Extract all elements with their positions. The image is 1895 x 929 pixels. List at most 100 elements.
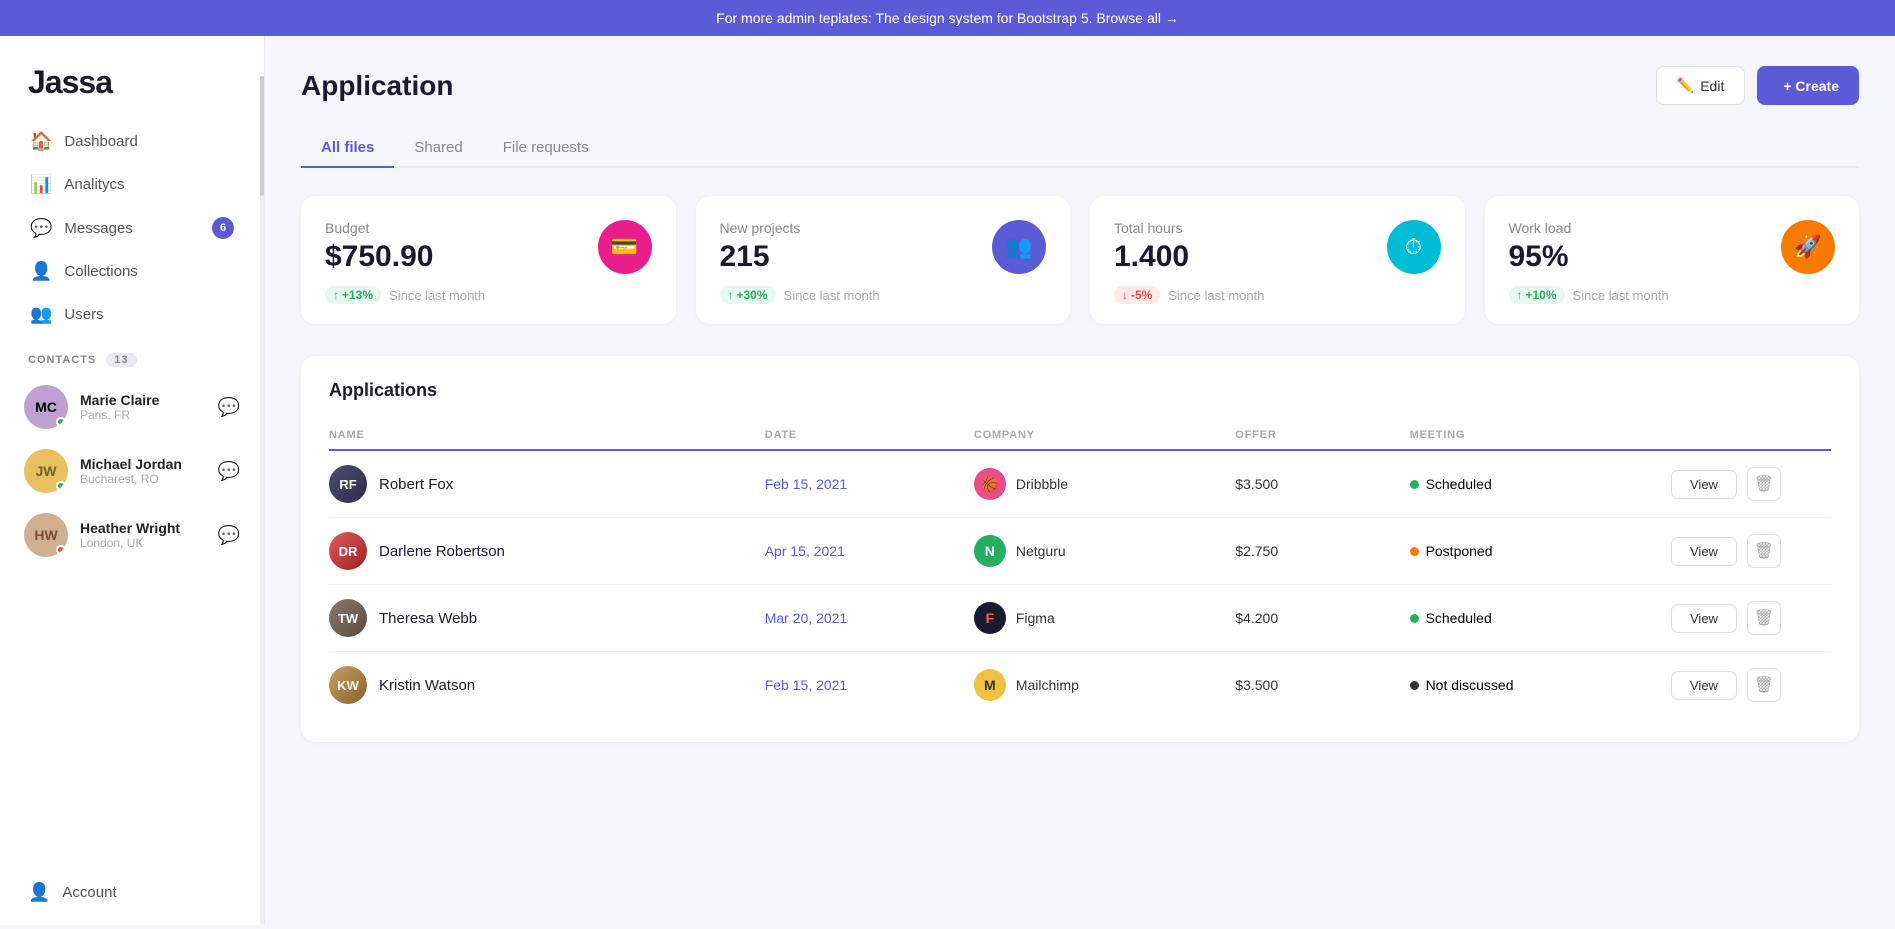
applications-section: Applications NAME DATE COMPANY OFFER MEE… (301, 356, 1859, 742)
contacts-header: CONTACTS 13 (0, 335, 264, 375)
contact-name: Michael Jordan (80, 456, 206, 472)
home-icon: 🏠 (30, 131, 52, 152)
top-banner: For more admin teplates: The design syst… (0, 0, 1895, 36)
sidebar-item-dashboard[interactable]: 🏠 Dashboard (16, 121, 248, 162)
view-button[interactable]: View (1671, 671, 1737, 700)
row-offer: $2.750 (1235, 543, 1409, 559)
sidebar-item-label: Messages (64, 220, 132, 237)
table-row: KW Kristin Watson Feb 15, 2021 M Mailchi… (329, 652, 1831, 718)
message-icon[interactable]: 💬 (218, 461, 240, 482)
delete-button[interactable]: 🗑 (1747, 534, 1781, 568)
row-avatar: DR (329, 532, 367, 570)
view-button[interactable]: View (1671, 537, 1737, 566)
stat-change: ↑ +13% (325, 286, 381, 304)
status-dot (56, 481, 66, 491)
meeting-status-dot (1410, 480, 1419, 489)
col-meeting: MEETING (1410, 429, 1671, 441)
stat-value: 215 (720, 240, 801, 274)
trash-icon: 🗑 (1754, 541, 1774, 561)
row-name-field: KW Kristin Watson (329, 666, 765, 704)
stat-icon-work-load: 🚀 (1781, 220, 1835, 274)
view-button[interactable]: View (1671, 470, 1737, 499)
avatar: HW (24, 513, 68, 557)
chat-icon: 💬 (30, 218, 52, 239)
row-date: Feb 15, 2021 (765, 677, 974, 693)
sidebar-item-account[interactable]: 👤 Account (28, 872, 236, 913)
stat-since: Since last month (1573, 288, 1669, 303)
sidebar-item-messages[interactable]: 💬 Messages 6 (16, 207, 248, 249)
scrollbar-thumb[interactable] (260, 76, 264, 196)
meeting-status-dot (1410, 614, 1419, 623)
delete-button[interactable]: 🗑 (1747, 601, 1781, 635)
avatar: MC (24, 385, 68, 429)
stat-value: $750.90 (325, 240, 433, 274)
stat-since: Since last month (784, 288, 880, 303)
create-button[interactable]: + Create (1757, 66, 1859, 105)
stat-card-work-load: Work load 95% 🚀 ↑ +10% Since last month (1485, 196, 1860, 324)
arrow-up-icon: ↑ (1517, 288, 1523, 302)
edit-button[interactable]: ✏️ Edit (1656, 66, 1746, 105)
contact-location: Bucharest, RO (80, 472, 206, 486)
sidebar-item-label: Collections (64, 263, 137, 280)
row-company: 🏀 Dribbble (974, 468, 1235, 500)
delete-button[interactable]: 🗑 (1747, 467, 1781, 501)
view-button[interactable]: View (1671, 604, 1737, 633)
tab-shared[interactable]: Shared (394, 129, 482, 168)
row-company: M Mailchimp (974, 669, 1235, 701)
row-avatar: KW (329, 666, 367, 704)
trash-icon: 🗑 (1754, 474, 1774, 494)
contact-name: Heather Wright (80, 520, 206, 536)
row-actions: View 🗑 (1671, 668, 1831, 702)
company-logo: F (974, 602, 1006, 634)
messages-badge: 6 (212, 217, 234, 239)
sidebar-item-users[interactable]: 👥 Users (16, 294, 248, 335)
contacts-label: CONTACTS (28, 354, 96, 366)
stat-value: 95% (1509, 240, 1572, 274)
row-avatar: TW (329, 599, 367, 637)
stat-icon-budget: 💳 (598, 220, 652, 274)
col-company: COMPANY (974, 429, 1235, 441)
delete-button[interactable]: 🗑 (1747, 668, 1781, 702)
stat-cards: Budget $750.90 💳 ↑ +13% Since last month (301, 196, 1859, 324)
stat-value: 1.400 (1114, 240, 1189, 274)
sidebar-item-label: Users (64, 306, 103, 323)
stat-card-budget: Budget $750.90 💳 ↑ +13% Since last month (301, 196, 676, 324)
stat-since: Since last month (1168, 288, 1264, 303)
sidebar: Jassa 🏠 Dashboard 📊 Analitycs 💬 Messages… (0, 36, 265, 925)
account-icon: 👤 (28, 882, 50, 903)
sidebar-item-label: Dashboard (64, 133, 137, 150)
row-meeting: Not discussed (1410, 677, 1671, 693)
stat-icon-new-projects: 👥 (992, 220, 1046, 274)
stat-since: Since last month (389, 288, 485, 303)
row-name-field: RF Robert Fox (329, 465, 765, 503)
tab-all-files[interactable]: All files (301, 129, 394, 168)
tab-file-requests[interactable]: File requests (483, 129, 609, 168)
row-offer: $3.500 (1235, 677, 1409, 693)
row-name-field: TW Theresa Webb (329, 599, 765, 637)
row-meeting: Scheduled (1410, 610, 1671, 626)
contact-location: London, UK (80, 536, 206, 550)
page-title: Application (301, 70, 453, 102)
status-dot (56, 417, 66, 427)
message-icon[interactable]: 💬 (218, 397, 240, 418)
stat-icon-total-hours: ⏱ (1387, 220, 1441, 274)
row-company: F Figma (974, 602, 1235, 634)
sidebar-item-collections[interactable]: 👤 Collections (16, 251, 248, 292)
contact-item-heather-wright[interactable]: HW Heather Wright London, UK 💬 (0, 503, 264, 567)
contact-item-marie-claire[interactable]: MC Marie Claire Paris, FR 💬 (0, 375, 264, 439)
contact-item-michael-jordan[interactable]: JW Michael Jordan Bucharest, RO 💬 (0, 439, 264, 503)
stat-change: ↓ -5% (1114, 286, 1160, 304)
stat-change: ↑ +10% (1509, 286, 1565, 304)
sidebar-item-analytics[interactable]: 📊 Analitycs (16, 164, 248, 205)
banner-text: For more admin teplates: The design syst… (716, 10, 1179, 26)
col-date: DATE (765, 429, 974, 441)
sidebar-nav: 🏠 Dashboard 📊 Analitycs 💬 Messages 6 👤 C… (0, 121, 264, 335)
row-company: N Netguru (974, 535, 1235, 567)
message-icon[interactable]: 💬 (218, 525, 240, 546)
table-row: DR Darlene Robertson Apr 15, 2021 N Netg… (329, 518, 1831, 585)
table-header: NAME DATE COMPANY OFFER MEETING (329, 421, 1831, 451)
stat-change: ↑ +30% (720, 286, 776, 304)
header-actions: ✏️ Edit + Create (1656, 66, 1859, 105)
contact-location: Paris, FR (80, 408, 206, 422)
stat-label: Work load (1509, 220, 1572, 236)
